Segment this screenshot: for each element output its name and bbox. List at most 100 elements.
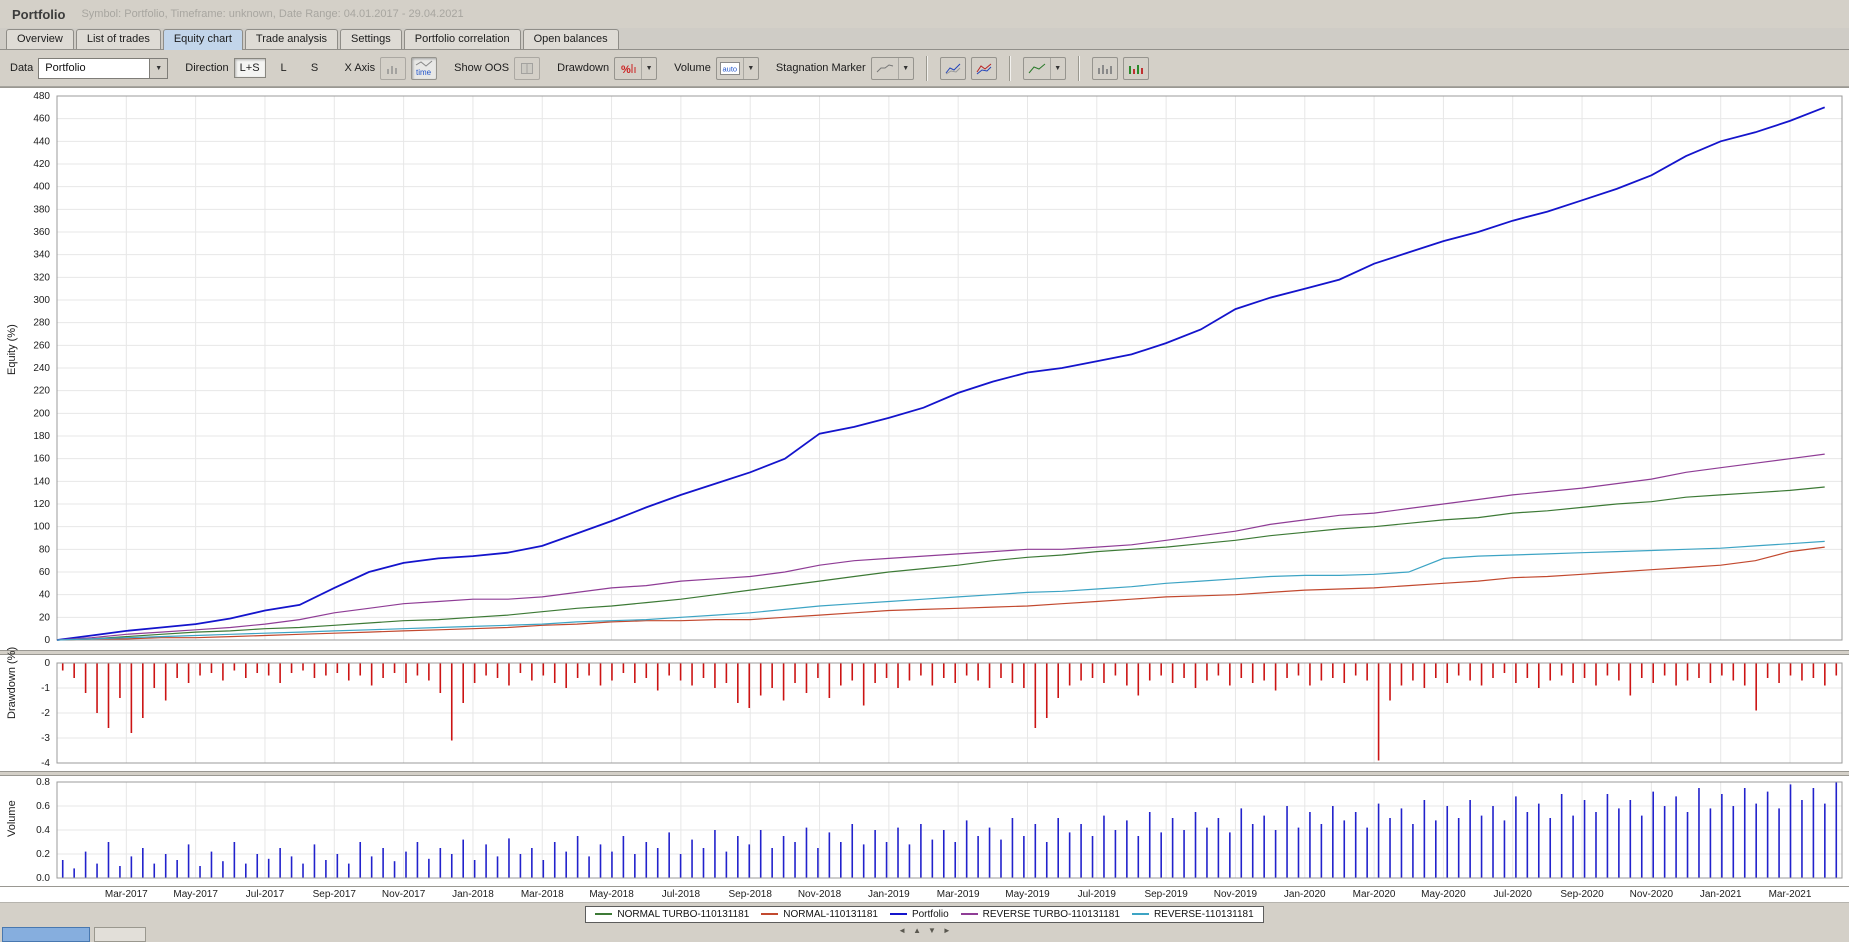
x-axis-trades-button[interactable] [380,56,407,80]
chevron-down-icon[interactable]: ▼ [1049,57,1065,79]
legend-line-marker [1131,913,1149,915]
toolbar-separator [925,55,928,81]
scroll-arrow-icon[interactable]: ► [943,926,951,935]
scroll-arrow-icon[interactable]: ▼ [928,926,936,935]
y-tick-label: -3 [41,733,50,744]
y-tick-label: 80 [39,544,51,555]
legend-item[interactable]: Portfolio [889,908,949,920]
volume-auto-icon: auto [717,58,743,79]
tab-list-of-trades[interactable]: List of trades [75,29,161,49]
y-tick-label: 180 [33,431,50,442]
x-tick-label: Nov-2017 [381,889,426,900]
y-tick-label: 260 [33,340,50,351]
legend-item[interactable]: REVERSE TURBO-110131181 [960,909,1120,920]
equity-lines-button[interactable] [939,56,966,80]
chevron-down-icon[interactable]: ▼ [897,57,913,79]
svg-text:auto: auto [722,64,737,73]
y-tick-label: -2 [41,708,50,719]
x-axis-time-button[interactable]: time [411,56,438,80]
y-tick-label: -1 [41,683,50,694]
data-source-dropdown[interactable]: Portfolio ▼ [38,57,169,79]
x-tick-label: Sep-2018 [728,889,772,900]
svg-text:%: % [621,64,631,76]
profit-loss-bars-button[interactable] [1122,56,1149,80]
legend-item[interactable]: REVERSE-110131181 [1131,908,1254,920]
x-tick-label: Jul-2019 [1077,889,1116,900]
x-tick-label: Mar-2021 [1768,889,1812,900]
y-tick-label: 0.0 [36,873,50,884]
volume-label: Volume [674,62,711,74]
x-tick-label: May-2018 [589,889,634,900]
legend-label: REVERSE-110131181 [1153,908,1254,920]
legend-item[interactable]: NORMAL-110131181 [761,909,878,920]
legend-label: NORMAL-110131181 [783,908,878,920]
y-tick-label: 300 [33,295,50,306]
x-tick-label: Jul-2017 [245,889,285,900]
x-tick-label: Mar-2020 [1352,889,1396,900]
histogram-button[interactable] [1091,56,1118,80]
equity-chart[interactable]: 0 20 40 60 80 100 120 140 160 180 200 220 240 260 280 3… [0,88,1849,652]
scroll-arrow-icon[interactable]: ▲ [913,926,921,935]
stagnation-marker-dropdown[interactable]: ▼ [870,56,914,80]
chevron-down-icon[interactable]: ▼ [641,57,656,79]
drawdown-label: Drawdown [557,62,610,74]
y-tick-label: 120 [33,499,50,510]
chevron-down-icon[interactable]: ▼ [742,57,758,79]
x-tick-label: Jul-2020 [1493,889,1532,900]
y-tick-label: 0 [44,658,50,669]
equity-compare-button[interactable] [970,56,997,80]
chevron-down-icon[interactable]: ▼ [149,58,168,78]
page-subtitle: Symbol: Portfolio, Timeframe: unknown, D… [81,8,464,20]
y-tick-label: 320 [33,272,50,283]
show-oos-label: Show OOS [454,62,510,74]
drawdown-chart[interactable]: 0 -1 -2 -3 -4 [0,655,1849,773]
y-tick-label: 340 [33,250,50,261]
direction-long-button[interactable]: L [271,58,297,78]
blue-line-chart-icon [945,63,961,74]
y-tick-label: 360 [33,227,50,238]
y-tick-label: 0 [44,635,50,646]
series-line-reverse-turbo-110131181 [56,453,1825,641]
tab-overview[interactable]: Overview [6,29,74,49]
direction-label: Direction [185,62,229,74]
tab-trade-analysis[interactable]: Trade analysis [244,29,339,49]
toolbar-separator [1008,55,1011,81]
direction-ls-button[interactable]: L+S [233,58,266,78]
volume-axis-title: Volume [6,800,18,837]
tab-settings[interactable]: Settings [340,29,402,49]
legend-label: Portfolio [911,908,949,920]
gray-candles-icon [1097,64,1112,74]
direction-short-button[interactable]: S [302,58,328,78]
x-axis-labels: Mar-2017 May-2017 Jul-2017 Sep-2017 Nov-2017… [0,887,1849,903]
x-tick-label: Jan-2021 [1699,889,1742,900]
show-oos-button[interactable] [514,56,541,80]
legend-row: NORMAL TURBO-110131181 NORMAL-110131181 Po… [0,903,1849,925]
y-tick-label: 200 [33,408,50,419]
stagnation-marker-label: Stagnation Marker [775,62,866,74]
line-style-dropdown[interactable]: ▼ [1022,56,1066,80]
y-tick-label: 220 [33,386,50,397]
y-tick-label: 60 [39,567,51,578]
x-tick-label: Jan-2020 [1283,889,1326,900]
equity-axis-title: Equity (%) [6,324,18,375]
equity-chart-panel: Equity (%) 0 20 40 60 80 100 120 140 160 180 200 22… [0,87,1849,651]
tab-portfolio-correlation[interactable]: Portfolio correlation [403,29,521,49]
x-tick-label: Sep-2017 [312,889,356,900]
scroll-arrow-icon[interactable]: ◄ [898,926,906,935]
y-tick-label: 160 [33,454,50,465]
y-tick-label: 480 [33,91,50,102]
volume-mode-dropdown[interactable]: auto ▼ [715,56,759,80]
svg-text:time: time [416,68,432,77]
data-source-value: Portfolio [45,61,86,74]
x-tick-label: Sep-2020 [1560,889,1604,900]
volume-chart-panel: Volume 0.0 0.2 0.4 0.6 0.8 [0,775,1849,887]
drawdown-axis-title: Drawdown (%) [6,646,18,719]
x-tick-label: Mar-2019 [936,889,980,900]
tab-open-balances[interactable]: Open balances [522,29,619,49]
tab-equity-chart[interactable]: Equity chart [162,29,243,50]
chart-scroll-controls[interactable]: ◄ ▲ ▼ ► [898,926,951,935]
y-tick-label: 0.8 [36,777,50,788]
legend-item[interactable]: NORMAL TURBO-110131181 [595,909,749,920]
drawdown-mode-dropdown[interactable]: % ▼ [614,56,658,80]
volume-chart[interactable]: 0.0 0.2 0.4 0.6 0.8 [0,776,1849,888]
